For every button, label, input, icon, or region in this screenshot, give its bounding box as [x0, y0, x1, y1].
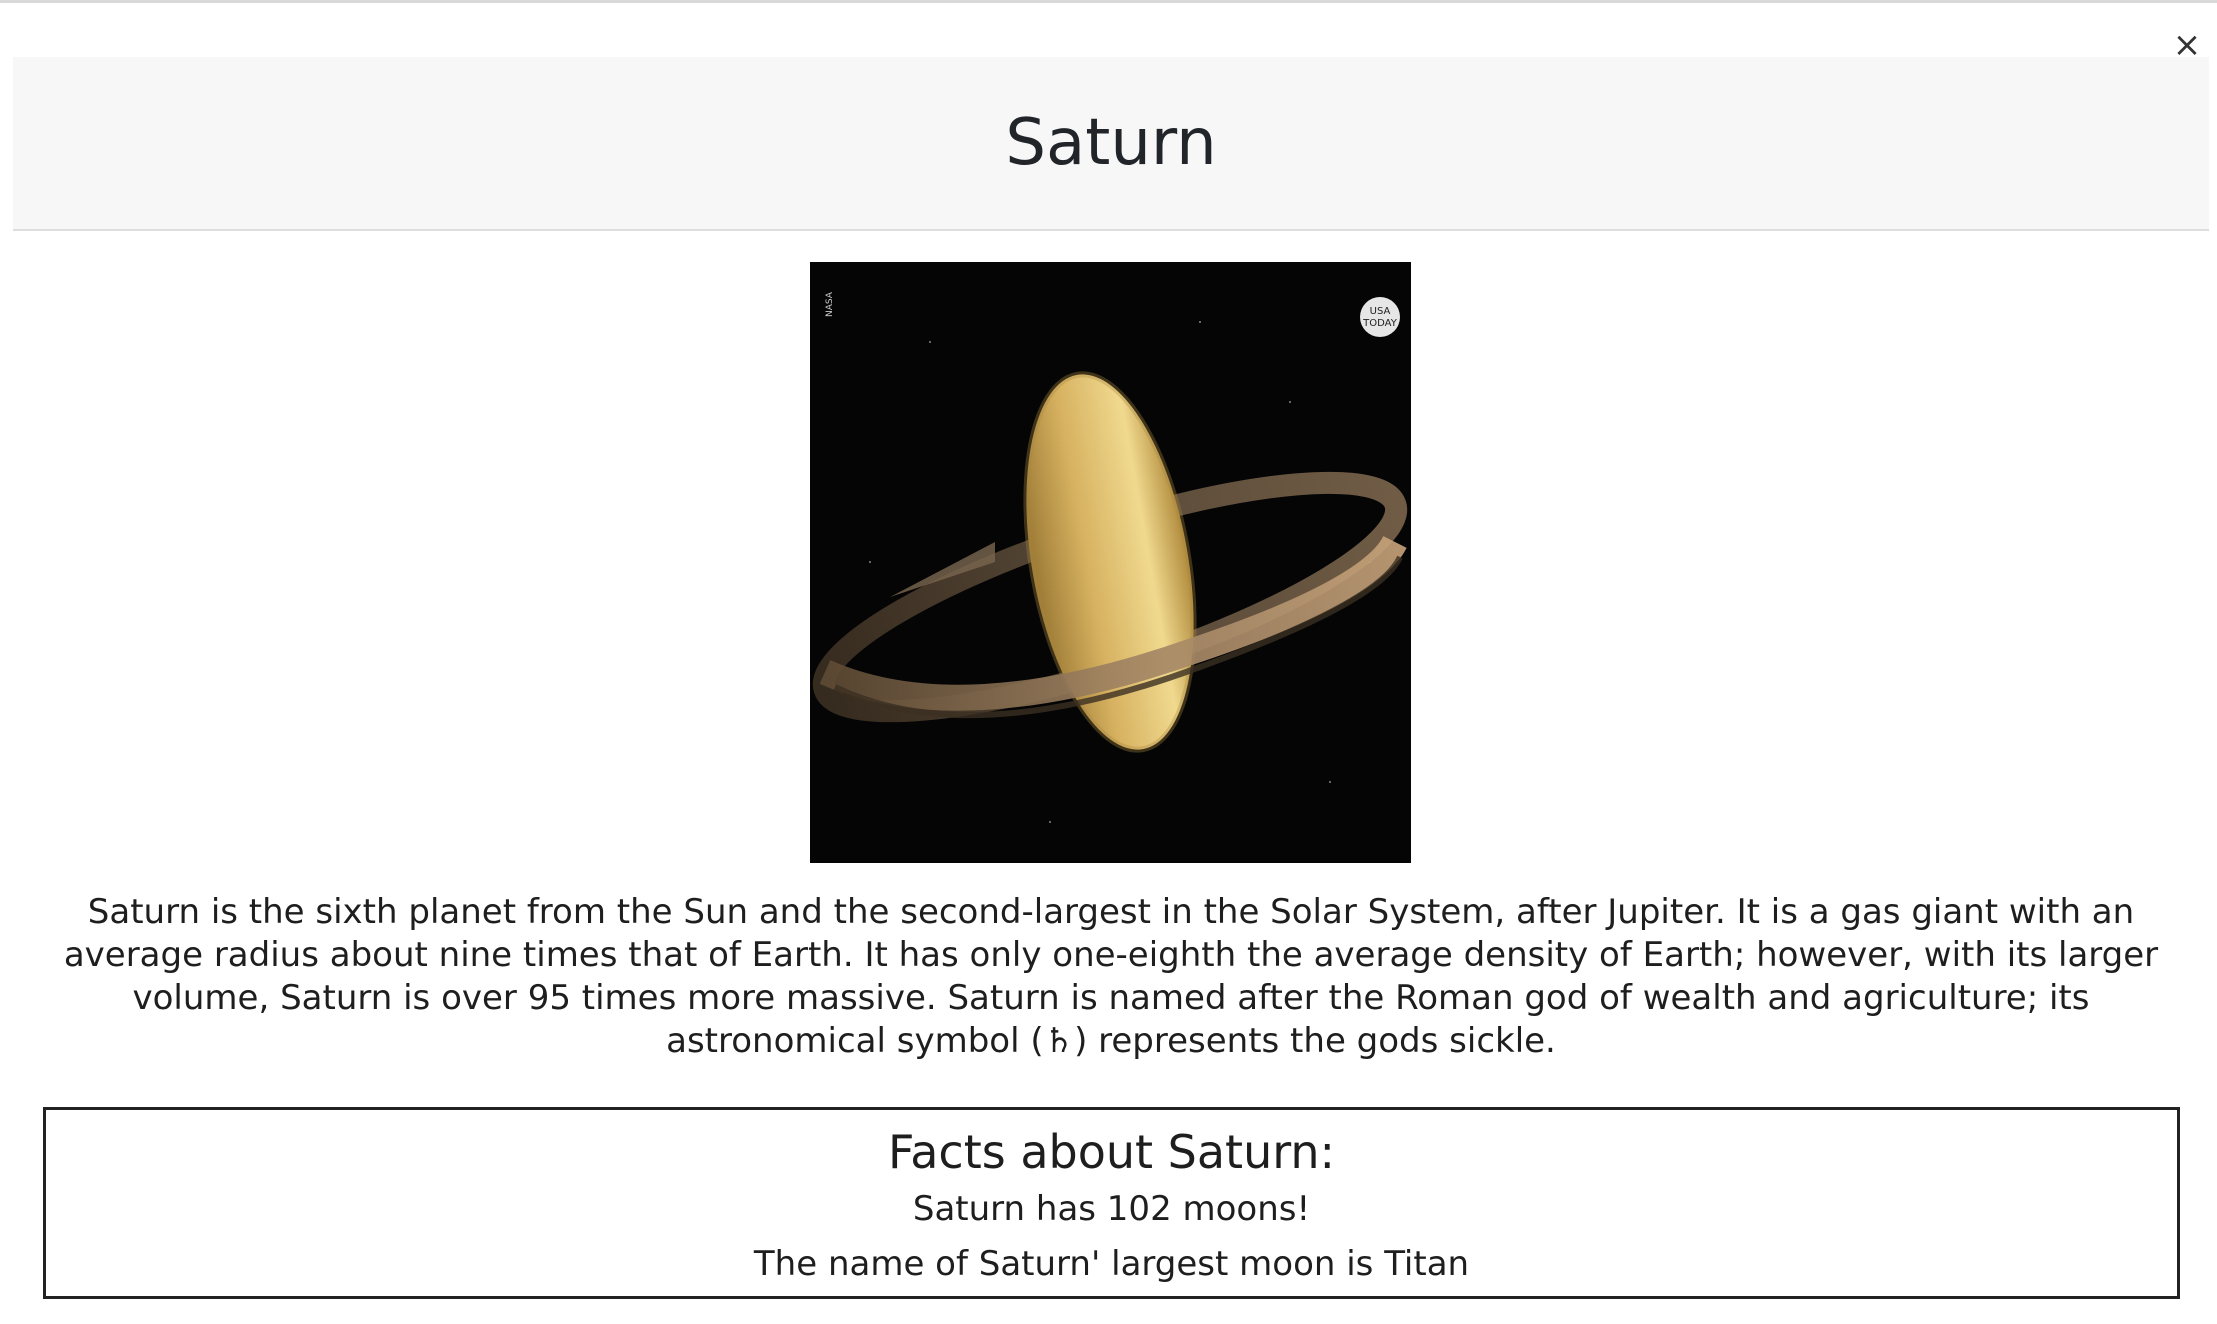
planet-modal: × Saturn NASA USA TODAY Saturn is the si…	[0, 0, 2217, 1324]
badge-line1: USA	[1370, 306, 1391, 317]
fact-item: Saturn has 102 moons!	[912, 1189, 1311, 1229]
facts-box: Facts about Saturn: Saturn has 102 moons…	[43, 1107, 2180, 1299]
planet-description: Saturn is the sixth planet from the Sun …	[63, 892, 2159, 1061]
fact-item: The name of Saturn' largest moon is Tita…	[753, 1244, 1470, 1284]
facts-title: Facts about Saturn:	[887, 1125, 1336, 1179]
modal-header: Saturn	[13, 57, 2209, 231]
badge-line2: TODAY	[1362, 318, 1398, 329]
nasa-watermark: NASA	[825, 291, 835, 317]
page-title: Saturn	[1005, 106, 1217, 180]
saturn-image: NASA USA TODAY	[810, 262, 1411, 863]
